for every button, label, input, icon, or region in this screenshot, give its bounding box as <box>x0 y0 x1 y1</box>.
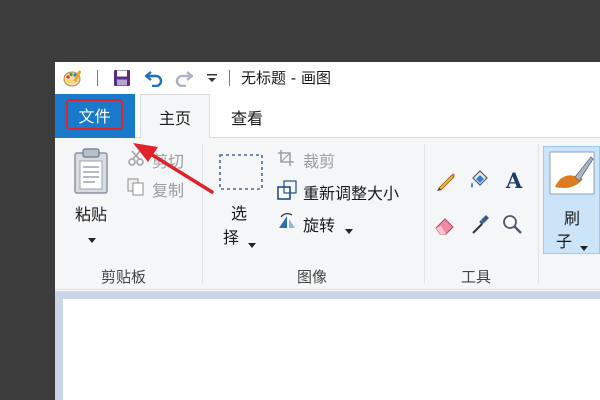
annotation-arrow <box>133 143 214 194</box>
